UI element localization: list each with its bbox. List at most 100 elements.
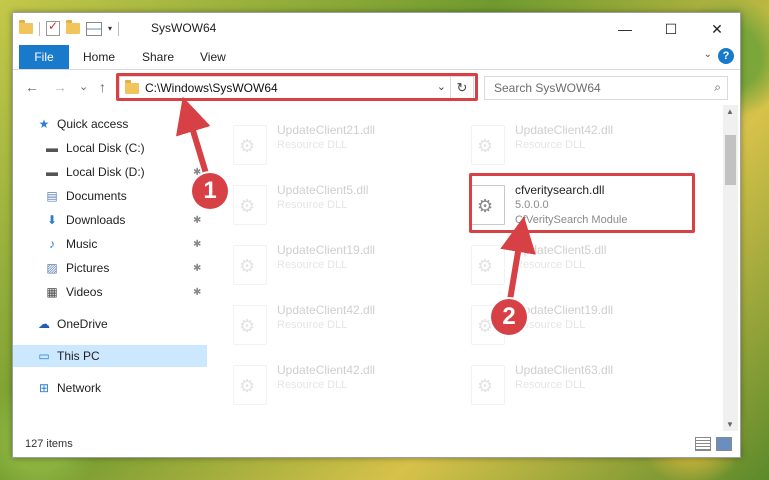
sidebar-item-label: This PC: [57, 349, 100, 363]
cloud-icon: ☁: [38, 317, 50, 331]
minimize-button[interactable]: —: [602, 13, 648, 45]
customize-toolbar-icon[interactable]: ▾: [108, 24, 112, 33]
sidebar-item-network[interactable]: ⊞ Network: [13, 377, 207, 399]
tab-view[interactable]: View: [200, 50, 226, 64]
dll-file-icon: [471, 365, 505, 405]
sidebar-item-local-disk-d[interactable]: ▬ Local Disk (D:) ✱: [13, 161, 207, 183]
sidebar-item-label: Quick access: [57, 117, 129, 131]
file-name: UpdateClient42.dll: [277, 303, 376, 317]
sidebar-item-label: Downloads: [66, 213, 126, 227]
sidebar-item-label: Local Disk (D:): [66, 165, 145, 179]
music-icon: ♪: [49, 237, 55, 251]
pin-icon[interactable]: ✱: [193, 287, 201, 298]
scrollbar-thumb[interactable]: [725, 135, 736, 185]
sidebar-item-label: Videos: [66, 285, 103, 299]
dll-file-icon: [233, 305, 267, 345]
star-icon: ★: [38, 117, 50, 131]
sidebar-item-quick-access[interactable]: ★ Quick access: [13, 113, 207, 135]
sidebar-item-label: Pictures: [66, 261, 110, 275]
address-highlight-box: [116, 73, 478, 101]
search-icon[interactable]: ⌕: [714, 80, 721, 95]
dll-file-icon: [233, 245, 267, 285]
pictures-icon: ▨: [46, 261, 58, 275]
sidebar-item-label: Network: [57, 381, 102, 395]
file-name: UpdateClient63.dll: [515, 363, 614, 377]
search-input[interactable]: Search SysWOW64 ⌕: [484, 76, 728, 100]
documents-icon: ▤: [46, 189, 58, 203]
list-item[interactable]: UpdateClient42.dll Resource DLL: [469, 119, 699, 171]
tab-home[interactable]: Home: [83, 50, 115, 64]
forward-button[interactable]: →: [53, 79, 67, 95]
sidebar-item-videos[interactable]: ▦ Videos ✱: [13, 281, 207, 303]
tab-file[interactable]: File: [19, 45, 69, 69]
sidebar-item-music[interactable]: ♪ Music ✱: [13, 233, 207, 255]
network-icon: ⊞: [38, 381, 50, 395]
drive-icon: ▬: [46, 165, 58, 179]
up-button[interactable]: ↑: [99, 79, 106, 95]
file-name: UpdateClient42.dll: [515, 123, 614, 137]
step-2-badge: 2: [491, 299, 527, 335]
details-view-icon[interactable]: [695, 437, 711, 451]
file-name: UpdateClient19.dll: [277, 243, 376, 257]
ribbon-tabs: File Home Share View ⌄ ?: [13, 45, 740, 70]
computer-icon: ▭: [38, 349, 50, 363]
sidebar-item-label: Local Disk (C:): [66, 141, 145, 155]
close-button[interactable]: ✕: [694, 13, 740, 45]
properties-check-icon[interactable]: [46, 19, 60, 36]
drive-icon: ▬: [46, 141, 58, 155]
file-description: Resource DLL: [277, 379, 348, 391]
file-list: UpdateClient21.dll Resource DLL UpdateCl…: [213, 105, 721, 431]
sidebar-item-documents[interactable]: ▤ Documents ✱: [13, 185, 207, 207]
recent-locations-button[interactable]: ⌄: [79, 80, 88, 93]
navigation-pane: ★ Quick access ▬ Local Disk (C:) ✱ ▬ Loc…: [13, 105, 207, 431]
file-name: UpdateClient19.dll: [515, 303, 614, 317]
file-name: UpdateClient5.dll: [515, 243, 607, 257]
scroll-up-icon[interactable]: ▲: [726, 107, 734, 116]
help-icon[interactable]: ?: [718, 48, 734, 64]
tab-share[interactable]: Share: [142, 50, 174, 64]
file-name: UpdateClient42.dll: [277, 363, 376, 377]
maximize-button[interactable]: ☐: [648, 13, 694, 45]
download-icon: ⬇: [46, 213, 58, 227]
dll-file-icon: [471, 245, 505, 285]
item-count: 127 items: [25, 438, 73, 450]
pin-icon[interactable]: ✱: [193, 239, 201, 250]
pin-icon[interactable]: ✱: [193, 263, 201, 274]
sidebar-item-pictures[interactable]: ▨ Pictures ✱: [13, 257, 207, 279]
large-icons-view-icon[interactable]: [716, 437, 732, 451]
sidebar-item-local-disk-c[interactable]: ▬ Local Disk (C:) ✱: [13, 137, 207, 159]
list-item[interactable]: UpdateClient63.dll Resource DLL: [469, 359, 699, 411]
dll-file-icon: [233, 125, 267, 165]
list-item[interactable]: UpdateClient19.dll Resource DLL: [231, 239, 461, 291]
navigation-bar: ← → ⌄ ↑ C:\Windows\SysWOW64 ⌄ ↻ Search S…: [13, 70, 740, 104]
pin-icon[interactable]: ✱: [193, 215, 201, 226]
sidebar-item-downloads[interactable]: ⬇ Downloads ✱: [13, 209, 207, 231]
title-bar: ▾ SysWOW64 — ☐ ✕: [13, 13, 740, 45]
scroll-down-icon[interactable]: ▼: [726, 420, 734, 429]
file-description: Resource DLL: [277, 319, 348, 331]
step-1-badge: 1: [192, 173, 228, 209]
list-item[interactable]: UpdateClient5.dll Resource DLL: [469, 239, 699, 291]
list-item[interactable]: UpdateClient21.dll Resource DLL: [231, 119, 461, 171]
properties-icon[interactable]: [86, 21, 102, 36]
sidebar-item-onedrive[interactable]: ☁ OneDrive: [13, 313, 207, 335]
file-name: UpdateClient5.dll: [277, 183, 369, 197]
file-description: Resource DLL: [277, 139, 348, 151]
sidebar-item-this-pc[interactable]: ▭ This PC: [13, 345, 207, 367]
dll-file-icon: [471, 125, 505, 165]
list-item[interactable]: UpdateClient42.dll Resource DLL: [231, 299, 461, 351]
list-item[interactable]: UpdateClient42.dll Resource DLL: [231, 359, 461, 411]
file-name: UpdateClient21.dll: [277, 123, 376, 137]
new-folder-icon[interactable]: [66, 20, 80, 34]
vertical-scrollbar[interactable]: ▲ ▼: [723, 105, 738, 431]
file-description: Resource DLL: [277, 259, 348, 271]
window-title: SysWOW64: [151, 21, 217, 35]
list-item[interactable]: UpdateClient5.dll Resource DLL: [231, 179, 461, 231]
videos-icon: ▦: [46, 285, 58, 299]
expand-ribbon-icon[interactable]: ⌄: [704, 49, 712, 60]
dll-file-icon: [233, 365, 267, 405]
file-description: Resource DLL: [515, 139, 586, 151]
pin-icon[interactable]: ✱: [193, 143, 201, 154]
back-button[interactable]: ←: [25, 79, 39, 95]
file-description: Resource DLL: [515, 379, 586, 391]
